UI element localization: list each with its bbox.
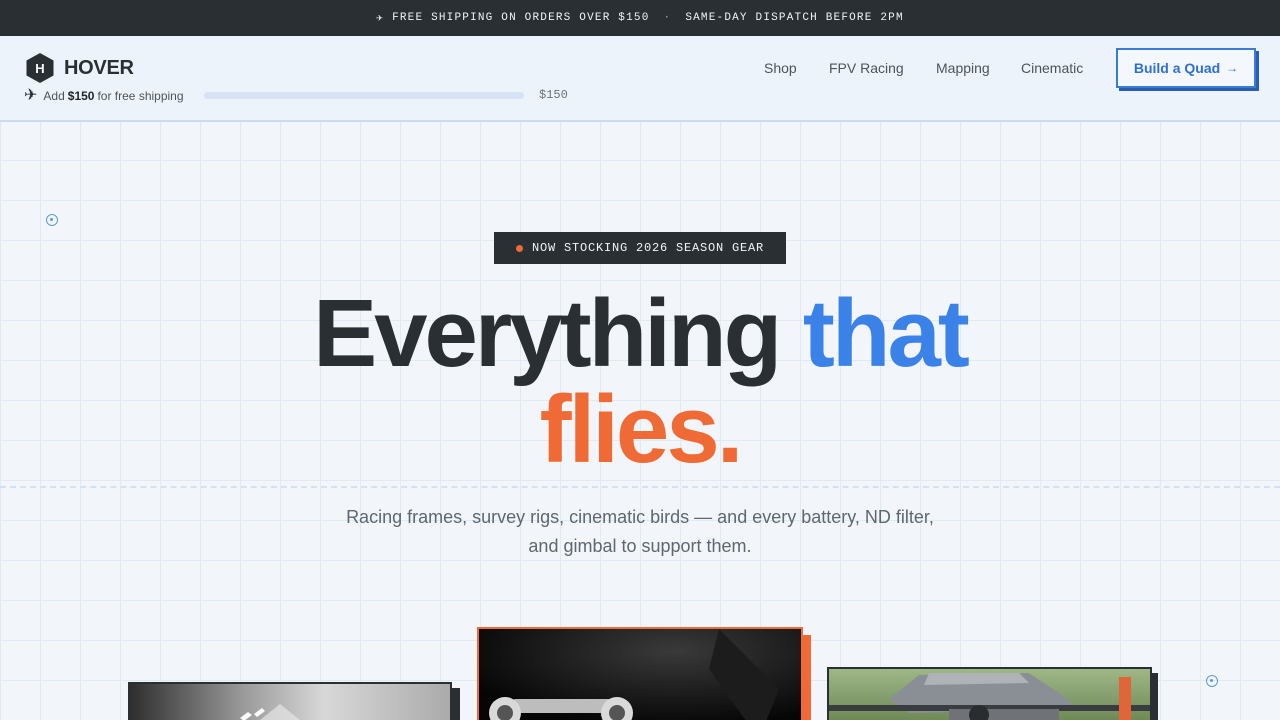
drone-photo-dark (479, 629, 801, 720)
product-image (128, 682, 452, 720)
headline-word-2: that (802, 280, 970, 387)
headline-word-3: flies. (539, 376, 744, 483)
headline-word-1: Everything (313, 280, 782, 387)
free-shipping-text: FREE SHIPPING ON ORDERS OVER $150 (392, 12, 650, 24)
shipping-progress-bar (204, 92, 524, 99)
logo-link[interactable]: H HOVER (24, 52, 134, 84)
nav-cinematic[interactable]: Cinematic (1021, 60, 1083, 80)
drone-photo-outdoor (829, 669, 1150, 720)
plane-icon: ✈ (376, 13, 385, 25)
shipping-amount: $150 (67, 89, 95, 103)
hero-headline: Everything that flies. (0, 286, 1280, 478)
crosshair-icon (1206, 675, 1218, 687)
shipping-goal: $150 (539, 88, 568, 102)
shipping-prefix: Add (43, 89, 65, 103)
hero-section: NOW STOCKING 2026 SEASON GEAR Everything… (0, 122, 1280, 720)
nav-mapping[interactable]: Mapping (936, 60, 990, 80)
shipping-suffix: for free shipping (97, 89, 184, 103)
nav-fpv-racing[interactable]: FPV Racing (829, 60, 904, 80)
hero-subtitle: Racing frames, survey rigs, cinematic bi… (346, 507, 934, 556)
product-image (827, 667, 1152, 720)
divider (0, 486, 1280, 488)
announcement-bar: ✈ FREE SHIPPING ON ORDERS OVER $150 · SA… (0, 0, 1280, 36)
brand-name: HOVER (64, 56, 134, 79)
arrow-right-icon: → (1226, 61, 1239, 75)
hexagon-logo-icon: H (24, 52, 56, 84)
separator: · (663, 12, 672, 24)
status-dot-icon (515, 244, 523, 252)
site-header: H HOVER ✈ Add $150 for free shipping $15… (0, 36, 1280, 122)
crosshair-icon (46, 214, 58, 226)
free-shipping-progress: ✈ Add $150 for free shipping (24, 87, 184, 105)
dispatch-text: SAME-DAY DISPATCH BEFORE 2PM (685, 12, 904, 24)
status-badge: NOW STOCKING 2026 SEASON GEAR (494, 232, 786, 264)
plane-icon: ✈ (24, 87, 38, 104)
product-image (477, 627, 803, 720)
logo-mark: H (35, 60, 45, 76)
badge-text: NOW STOCKING 2026 SEASON GEAR (531, 241, 765, 255)
build-a-quad-label: Build a Quad (1133, 60, 1221, 76)
build-a-quad-button[interactable]: Build a Quad → (1116, 48, 1256, 88)
drone-photo-grayscale (130, 684, 450, 720)
nav-shop[interactable]: Shop (764, 60, 797, 80)
